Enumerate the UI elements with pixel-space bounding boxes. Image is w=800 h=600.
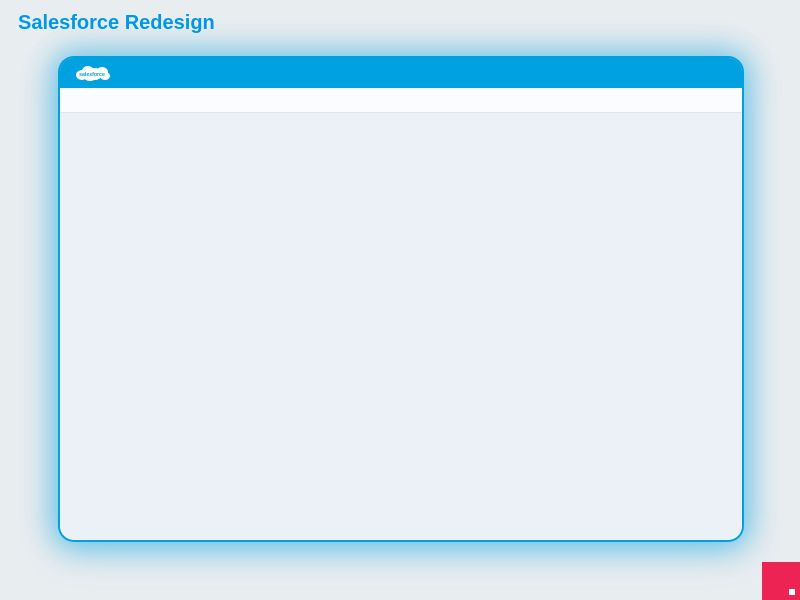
app-window: salesforce	[60, 58, 742, 540]
toolbar	[60, 88, 742, 113]
page-title: Salesforce Redesign	[18, 12, 215, 35]
header-bar: salesforce	[60, 58, 742, 88]
content-area	[60, 113, 742, 540]
logo-text: salesforce	[79, 72, 105, 78]
salesforce-logo[interactable]: salesforce	[72, 63, 112, 83]
corner-badge[interactable]	[762, 562, 800, 600]
